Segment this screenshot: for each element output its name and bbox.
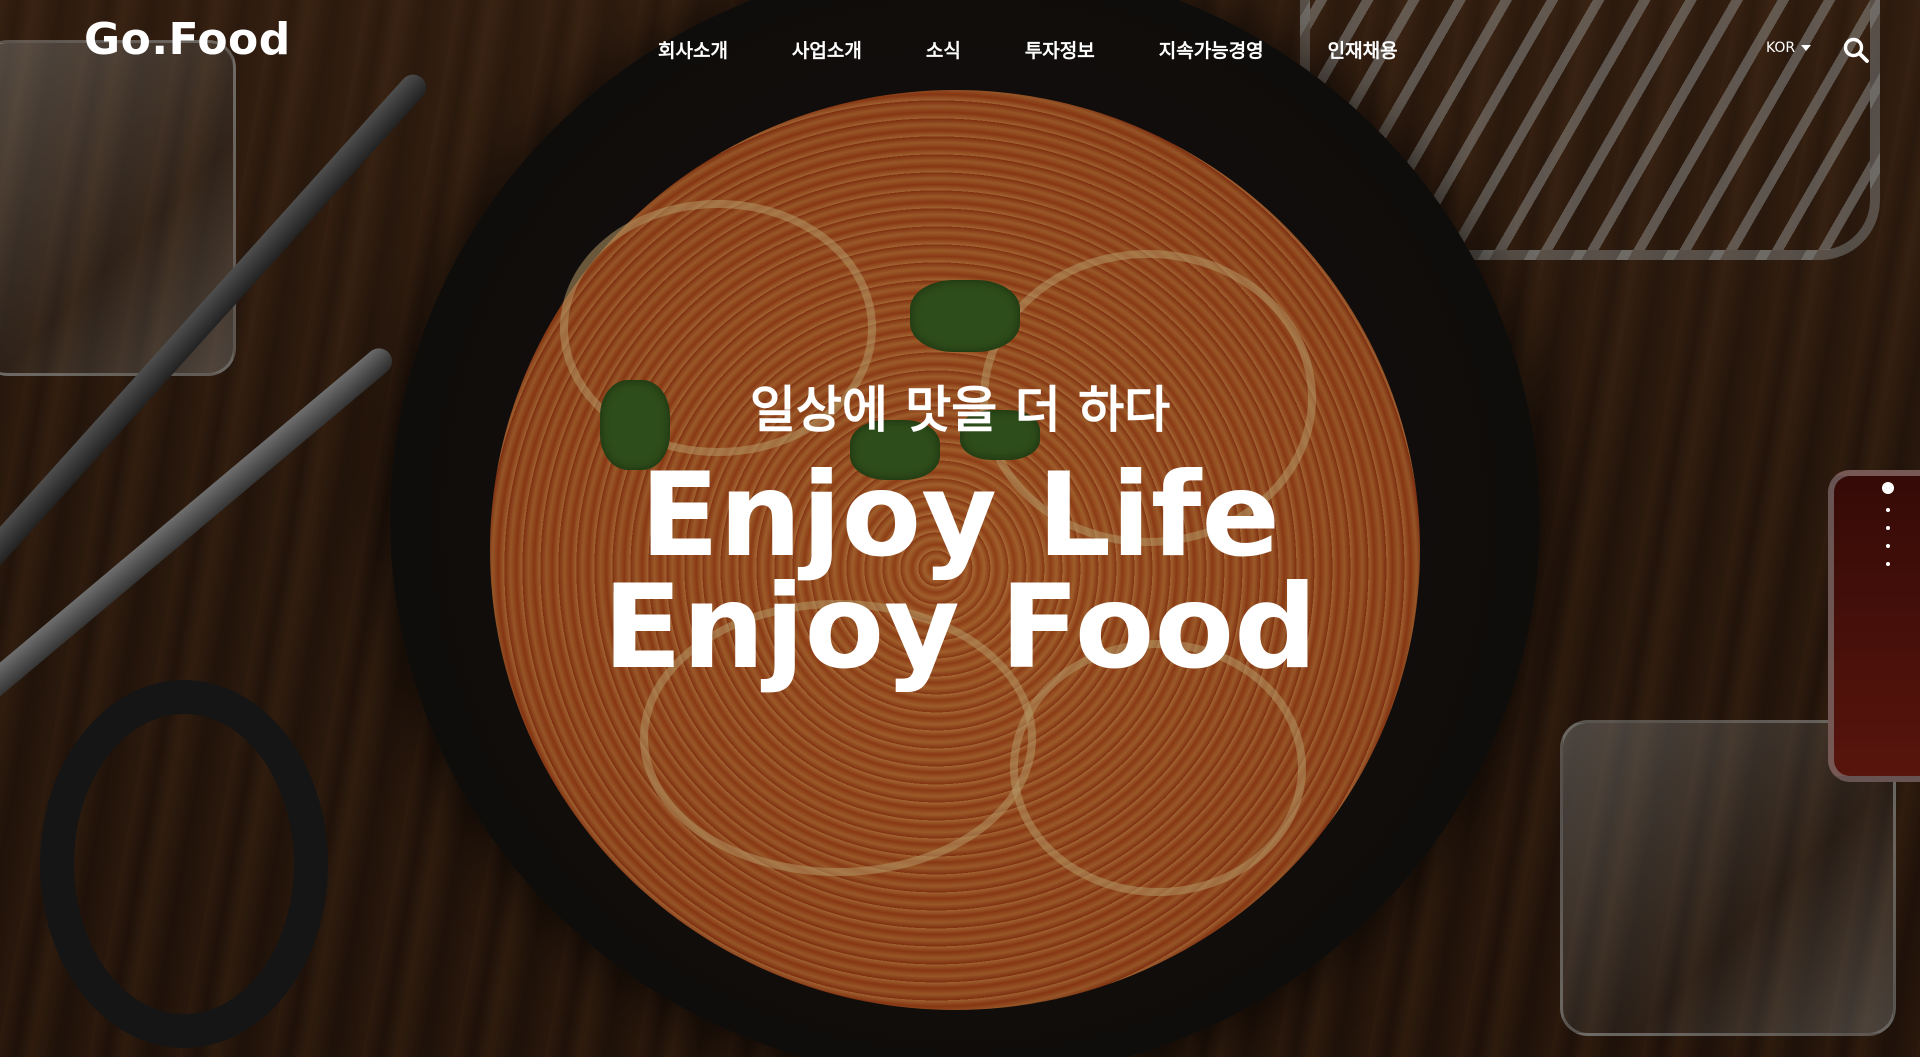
nav-item-company[interactable]: 회사소개 xyxy=(658,36,728,63)
site-header: Go.Food 회사소개 사업소개 소식 투자정보 지속가능경영 인재채용 KO… xyxy=(0,0,1920,100)
hero-headline: Enjoy Life Enjoy Food xyxy=(0,448,1920,695)
nav-item-careers[interactable]: 인재채용 xyxy=(1328,36,1398,63)
headline-line-2: Enjoy Food xyxy=(602,560,1318,695)
language-selector[interactable]: KOR xyxy=(1766,40,1812,56)
slide-dot[interactable] xyxy=(1886,544,1890,548)
slide-dot[interactable] xyxy=(1886,526,1890,530)
main-nav: 회사소개 사업소개 소식 투자정보 지속가능경영 인재채용 xyxy=(658,36,1398,63)
nav-item-investor[interactable]: 투자정보 xyxy=(1025,36,1095,63)
hero-banner: Go.Food 회사소개 사업소개 소식 투자정보 지속가능경영 인재채용 KO… xyxy=(0,0,1920,1057)
logo[interactable]: Go.Food xyxy=(84,14,291,65)
slide-dot[interactable] xyxy=(1886,508,1890,512)
slide-pager xyxy=(1882,482,1894,566)
language-label: KOR xyxy=(1766,40,1796,56)
slide-dot[interactable] xyxy=(1882,482,1894,494)
chevron-down-icon xyxy=(1801,45,1812,51)
search-button[interactable] xyxy=(1842,36,1870,64)
nav-item-sustainability[interactable]: 지속가능경영 xyxy=(1159,36,1264,63)
headline-line-1: Enjoy Life xyxy=(639,448,1281,583)
hero-subtitle: 일상에 맛을 더 하다 xyxy=(749,381,1171,439)
search-icon xyxy=(1843,37,1869,63)
nav-item-business[interactable]: 사업소개 xyxy=(792,36,862,63)
slide-dot[interactable] xyxy=(1886,562,1890,566)
nav-item-news[interactable]: 소식 xyxy=(926,36,961,63)
